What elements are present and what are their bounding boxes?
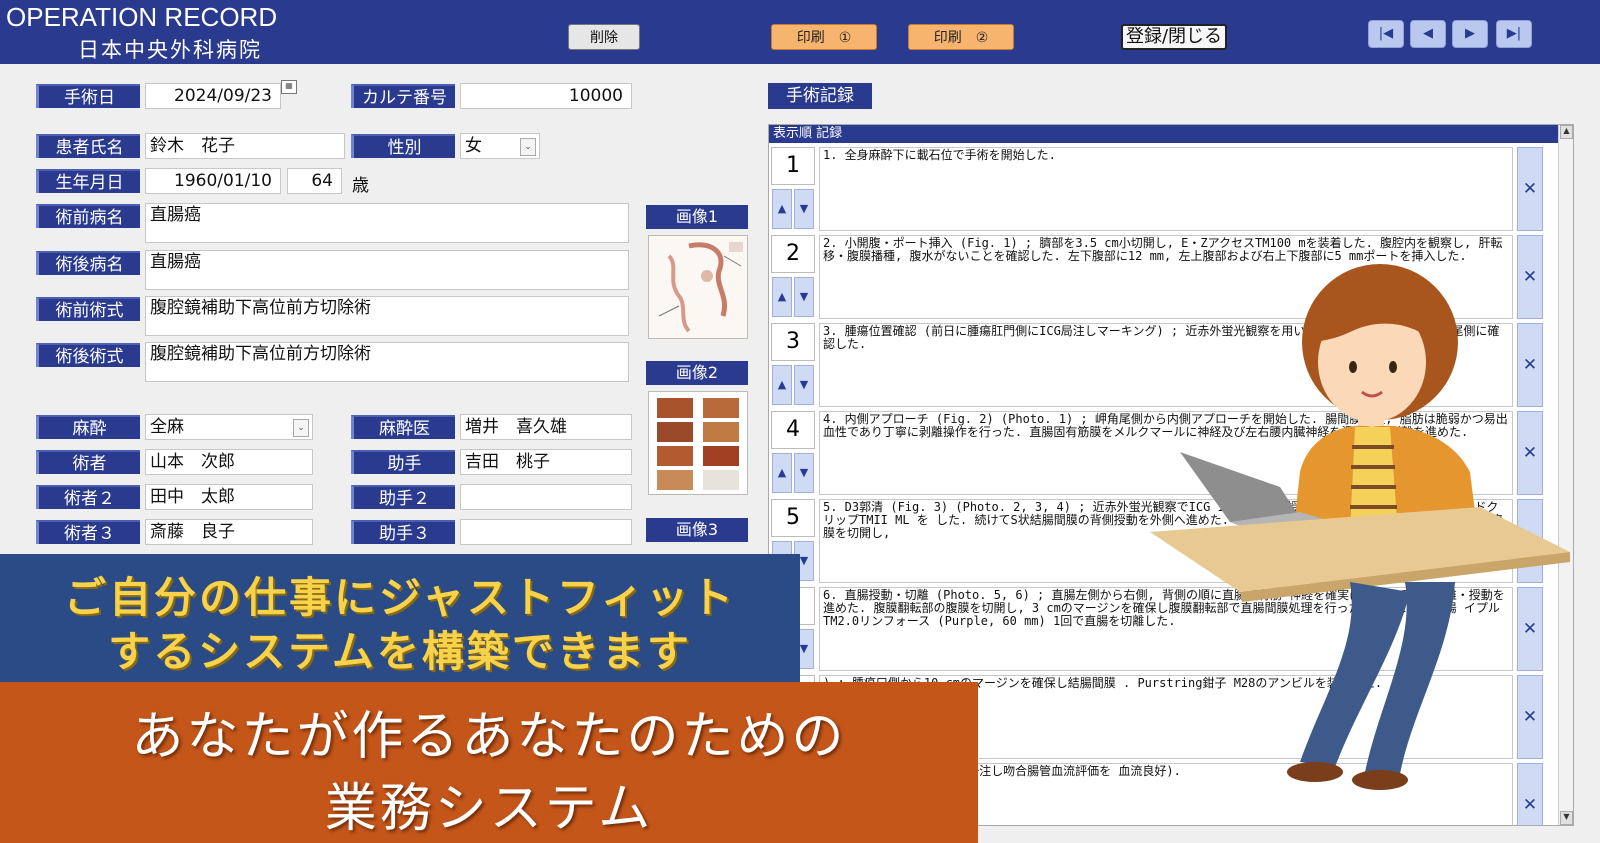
patient-name-field[interactable]: 鈴木 花子 <box>145 133 345 159</box>
chart-number-label: カルテ番号 <box>351 84 455 108</box>
move-down-icon[interactable]: ▼ <box>794 277 814 317</box>
image2-thumbnail[interactable] <box>648 391 748 495</box>
print-1-button[interactable]: 印刷 ① <box>771 24 877 50</box>
delete-row-icon[interactable]: ✕ <box>1517 147 1543 231</box>
anesthetist-label: 麻酔医 <box>351 415 455 439</box>
surgery-date-field[interactable]: 2024/09/23 <box>145 83 281 109</box>
image1-thumbnail[interactable] <box>648 235 748 339</box>
move-up-icon[interactable]: ▲ <box>772 277 792 317</box>
surgeon-label: 術者 <box>36 450 140 474</box>
first-record-icon[interactable]: |◀ <box>1368 20 1404 48</box>
chart-number-field[interactable]: 10000 <box>460 83 632 109</box>
assistant2-field[interactable] <box>460 484 632 510</box>
records-header: 表示順 記録 <box>769 125 1573 143</box>
record-order-number: 4 <box>771 411 815 449</box>
operation-record-window: OPERATION RECORD 日本中央外科病院 削除 印刷 ① 印刷 ② 登… <box>0 0 1600 843</box>
pre-procedure-field[interactable]: 腹腔鏡補助下高位前方切除術 <box>145 296 629 336</box>
surgeon-field[interactable]: 山本 次郎 <box>145 449 313 475</box>
record-order-number: 5 <box>771 499 815 537</box>
record-order-number: 1 <box>771 147 815 185</box>
delete-button[interactable]: 削除 <box>568 24 640 50</box>
age-field: 64 <box>287 168 342 194</box>
assistant-label: 助手 <box>351 450 455 474</box>
move-up-icon[interactable]: ▲ <box>772 365 792 405</box>
move-up-icon[interactable]: ▲ <box>772 453 792 493</box>
assistant2-label: 助手２ <box>351 485 455 509</box>
record-text-field[interactable]: 1. 全身麻酔下に載石位で手術を開始した. <box>819 147 1513 231</box>
surgery-date-label: 手術日 <box>36 84 140 108</box>
header-bar: OPERATION RECORD 日本中央外科病院 削除 印刷 ① 印刷 ② 登… <box>0 0 1600 64</box>
records-title: 手術記録 <box>768 83 872 109</box>
image1-button[interactable]: 画像1 <box>646 205 748 229</box>
anesthesia-select[interactable]: 全麻 ⌄ <box>145 414 313 440</box>
calendar-icon[interactable]: ▦ <box>281 80 297 94</box>
anesthesia-value: 全麻 <box>150 417 184 437</box>
surgeon2-field[interactable]: 田中 太郎 <box>145 484 313 510</box>
post-procedure-field[interactable]: 腹腔鏡補助下高位前方切除術 <box>145 342 629 382</box>
patient-name-label: 患者氏名 <box>36 134 140 158</box>
post-diagnosis-label: 術後病名 <box>36 251 140 275</box>
sex-value: 女 <box>465 136 482 156</box>
promo-banner-orange: あなたが作るあなたのための 業務システム <box>0 682 978 843</box>
promo-blue-line2: するシステムを構築できます <box>108 627 692 676</box>
birth-date-field[interactable]: 1960/01/10 <box>145 168 281 194</box>
move-down-icon[interactable]: ▼ <box>794 365 814 405</box>
promo-orange-line1: あなたが作るあなたのための <box>131 707 847 767</box>
surgeon3-label: 術者３ <box>36 520 140 544</box>
woman-with-laptop-illustration <box>1150 264 1570 790</box>
assistant3-field[interactable] <box>460 519 632 545</box>
move-down-icon[interactable]: ▼ <box>794 189 814 229</box>
last-record-icon[interactable]: ▶| <box>1496 20 1532 48</box>
pre-procedure-label: 術前術式 <box>36 297 140 321</box>
chevron-down-icon[interactable]: ⌄ <box>293 419 309 437</box>
anatomy-drawing-icon <box>649 236 747 338</box>
record-order-number: 3 <box>771 323 815 361</box>
age-unit: 歳 <box>352 176 369 196</box>
endoscopy-photos-icon <box>649 392 747 494</box>
promo-banner-blue: ご自分の仕事にジャストフィット するシステムを構築できます <box>0 554 800 682</box>
surgeon3-field[interactable]: 斎藤 良子 <box>145 519 313 545</box>
assistant3-label: 助手３ <box>351 520 455 544</box>
post-procedure-label: 術後術式 <box>36 343 140 367</box>
anesthetist-field[interactable]: 増井 喜久雄 <box>460 414 632 440</box>
anesthesia-label: 麻酔 <box>36 415 140 439</box>
save-close-button[interactable]: 登録/閉じる <box>1121 24 1227 50</box>
promo-orange-line2: 業務システム <box>324 779 654 839</box>
assistant-field[interactable]: 吉田 桃子 <box>460 449 632 475</box>
app-title: OPERATION RECORD <box>6 2 278 32</box>
move-up-icon[interactable]: ▲ <box>772 189 792 229</box>
print-2-button[interactable]: 印刷 ② <box>908 24 1014 50</box>
pre-diagnosis-label: 術前病名 <box>36 204 140 228</box>
birth-date-label: 生年月日 <box>36 169 140 193</box>
sex-select[interactable]: 女 ⌄ <box>460 133 540 159</box>
promo-blue-line1: ご自分の仕事にジャストフィット <box>63 573 737 622</box>
pre-diagnosis-field[interactable]: 直腸癌 <box>145 203 629 243</box>
hospital-name: 日本中央外科病院 <box>78 38 262 62</box>
record-order-number: 2 <box>771 235 815 273</box>
post-diagnosis-field[interactable]: 直腸癌 <box>145 250 629 290</box>
record-row: 1 ▲ ▼ 1. 全身麻酔下に載石位で手術を開始した. ✕ <box>769 145 1555 233</box>
chevron-down-icon[interactable]: ⌄ <box>520 138 536 156</box>
sex-label: 性別 <box>351 134 455 158</box>
image2-button[interactable]: 画像2 <box>646 361 748 385</box>
scroll-up-icon[interactable]: ▲ <box>1560 125 1573 139</box>
move-down-icon[interactable]: ▼ <box>794 453 814 493</box>
surgeon2-label: 術者２ <box>36 485 140 509</box>
next-record-icon[interactable]: ▶ <box>1452 20 1488 48</box>
image3-button[interactable]: 画像3 <box>646 518 748 542</box>
prev-record-icon[interactable]: ◀ <box>1410 20 1446 48</box>
